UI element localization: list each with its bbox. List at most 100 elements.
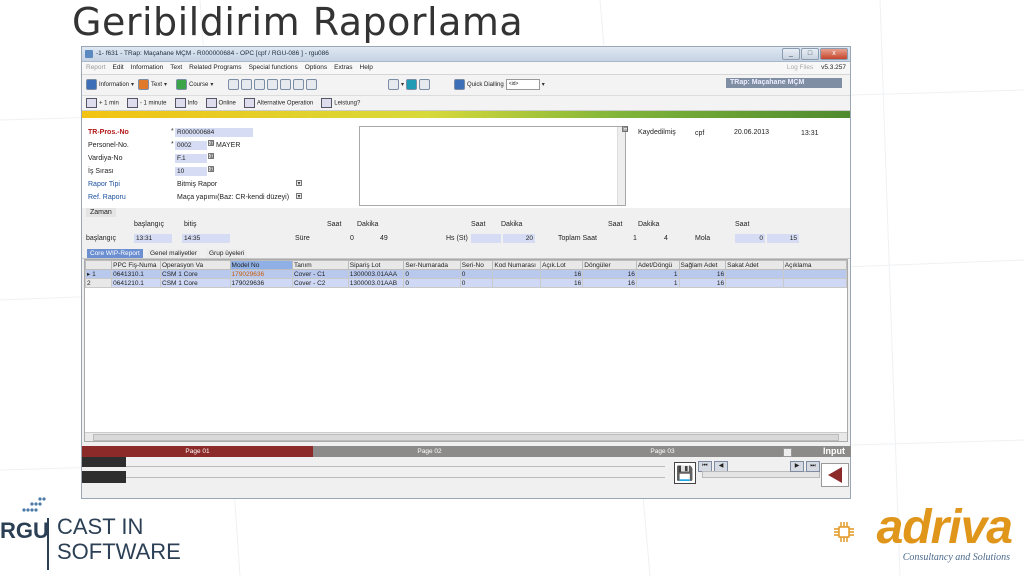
chevron-down-icon[interactable]: ▾ (542, 81, 545, 88)
info-button[interactable]: Info (174, 98, 198, 108)
ref-raporu-value[interactable]: Maça yapımı(Baz: CR-kendi düzeyi) (177, 194, 289, 201)
tab-core-wip-report[interactable]: Core WIP-Report (87, 249, 143, 258)
table-row[interactable]: ▸ 1 0641310.1 CSM 1 Core 179029636 Cover… (84, 269, 848, 279)
input-checkbox[interactable] (783, 448, 792, 457)
quick-dialling-select[interactable]: <id> (505, 79, 540, 90)
vardiya-field[interactable]: F.1 (175, 154, 207, 163)
cell-model-no[interactable]: 179029636 (229, 278, 293, 288)
minimize-button[interactable]: _ (782, 48, 800, 60)
menu-options[interactable]: Options (305, 64, 327, 71)
chart-icon[interactable] (406, 79, 418, 90)
cell-sakat-adet[interactable] (725, 269, 784, 279)
input-tab[interactable]: Input (779, 446, 851, 457)
cell-sakat-adet[interactable] (725, 278, 784, 288)
grid-header-seri-no[interactable]: Seri-No (459, 260, 494, 270)
cell-adet-dongu[interactable]: 1 (635, 269, 680, 279)
tab-grup-uyeleri[interactable]: Grup üyeleri (206, 249, 248, 258)
start-time-field[interactable]: 13:31 (134, 234, 172, 243)
alternative-operation-button[interactable]: Alternative Operation (243, 98, 313, 108)
cell-ser-numarada[interactable]: 0 (403, 269, 461, 279)
save-icon[interactable] (280, 79, 291, 90)
cell-model-no[interactable]: 179029636 (229, 269, 293, 279)
cell-donguler[interactable]: 16 (582, 278, 637, 288)
cell-acik-lot[interactable]: 16 (540, 278, 584, 288)
grid-header-kod-numarasi[interactable]: Kod Numarası (492, 260, 542, 270)
cell-donguler[interactable]: 16 (582, 269, 637, 279)
cell-acik-lot[interactable]: 16 (540, 269, 584, 279)
grid-header-operasyon[interactable]: Operasyon Va (160, 260, 231, 270)
leistung-button[interactable]: Leistung? (321, 98, 360, 108)
menu-extras[interactable]: Extras (334, 64, 352, 71)
cell-ppc[interactable]: 0641310.1 (111, 269, 161, 279)
tr-pros-field[interactable]: R000000684 (175, 128, 253, 137)
lookup-icon[interactable]: ⊕ (208, 140, 214, 147)
course-button[interactable]: Course ▾ (176, 78, 213, 91)
grid-header-adet-dongu[interactable]: Adet/Döngü (635, 260, 680, 270)
expand-icon[interactable]: ⊟ (622, 126, 628, 133)
minus-1-minute-button[interactable]: - 1 minute (126, 98, 167, 108)
textarea-scrollbar[interactable] (617, 127, 625, 205)
cell-saglam-adet[interactable]: 16 (678, 269, 727, 279)
rapor-tipi-value[interactable]: Bitmiş Rapor (177, 181, 217, 188)
end-time-field[interactable]: 14:35 (182, 234, 230, 243)
hs-saat-field[interactable] (471, 234, 501, 243)
menu-help[interactable]: Help (360, 64, 373, 71)
last-record-icon[interactable]: ⏭ (806, 461, 820, 472)
mola-dakika-field[interactable]: 15 (767, 234, 799, 243)
row-number[interactable]: 2 (84, 278, 113, 288)
cell-saglam-adet[interactable]: 16 (678, 278, 727, 288)
cell-adet-dongu[interactable]: 1 (635, 278, 680, 288)
next-record-icon[interactable]: ▶ (790, 461, 804, 472)
cell-ppc[interactable]: 0641210.1 (111, 278, 161, 288)
back-icon[interactable] (293, 79, 304, 90)
personel-field[interactable]: 0002 (175, 141, 207, 150)
list-icon[interactable] (241, 79, 252, 90)
cell-kod-numarasi[interactable] (492, 278, 542, 288)
maximize-button[interactable]: □ (801, 48, 819, 60)
cell-aciklama[interactable] (782, 278, 848, 288)
page-02-button[interactable]: Page 02 (313, 446, 546, 457)
back-button[interactable] (821, 463, 849, 487)
cell-kod-numarasi[interactable] (492, 269, 542, 279)
cell-seri-no[interactable]: 0 (459, 269, 494, 279)
cell-aciklama[interactable] (782, 269, 848, 279)
menu-report[interactable]: Report (86, 64, 106, 71)
menu-edit[interactable]: Edit (113, 64, 124, 71)
cell-tanim[interactable]: Cover - C2 (291, 278, 349, 288)
grid-header-ser-numarada[interactable]: Ser-Numarada (403, 260, 461, 270)
menu-special-functions[interactable]: Special functions (249, 64, 298, 71)
zoom-icon[interactable] (254, 79, 265, 90)
grid-header-tanim[interactable]: Tanım (291, 260, 349, 270)
information-button[interactable]: Information ▾ (86, 78, 134, 91)
menu-log-files[interactable]: Log Files (787, 64, 813, 71)
cell-operasyon[interactable]: CSM 1 Core (160, 278, 231, 288)
grid-header-saglam-adet[interactable]: Sağlam Adet (678, 260, 727, 270)
grid-header-siparis-lot[interactable]: Sipariş Lot (347, 260, 405, 270)
grid-header-model-no[interactable]: Model No (229, 260, 293, 270)
text-button[interactable]: Text ▾ (138, 78, 167, 91)
menu-text[interactable]: Text (170, 64, 182, 71)
grid-header-donguler[interactable]: Döngüler (582, 260, 637, 270)
menu-related-programs[interactable]: Related Programs (189, 64, 241, 71)
notes-textarea[interactable] (359, 126, 626, 206)
horizontal-scrollbar[interactable] (85, 432, 847, 441)
cell-siparis-lot[interactable]: 1300003.01AAA (347, 269, 405, 279)
lookup-icon[interactable]: ⊕ (208, 153, 214, 160)
chevron-down-icon[interactable]: ▾ (296, 193, 302, 200)
grid-header-sakat-adet[interactable]: Sakat Adet (725, 260, 784, 270)
page-03-button[interactable]: Page 03 (546, 446, 779, 457)
save-button[interactable]: 💾 (674, 462, 696, 484)
asterisk-icon[interactable] (228, 79, 239, 90)
grid-header-aciklama[interactable]: Açıklama (782, 260, 848, 270)
plus-1-min-button[interactable]: + 1 min (86, 98, 119, 108)
online-button[interactable]: Online (205, 98, 236, 108)
record-slider[interactable] (702, 471, 820, 478)
close-button[interactable]: x (820, 48, 848, 60)
binoculars-icon[interactable] (419, 79, 431, 90)
grid-header-ppc[interactable]: PPC Fiş-Numa (111, 260, 161, 270)
cell-ser-numarada[interactable]: 0 (403, 278, 461, 288)
window-titlebar[interactable]: -1- f631 - TRap: Maçahane MÇM - R0000006… (82, 47, 850, 62)
refresh-icon[interactable] (306, 79, 317, 90)
mola-saat-field[interactable]: 0 (735, 234, 765, 243)
tab-zaman[interactable]: Zaman (86, 208, 116, 217)
